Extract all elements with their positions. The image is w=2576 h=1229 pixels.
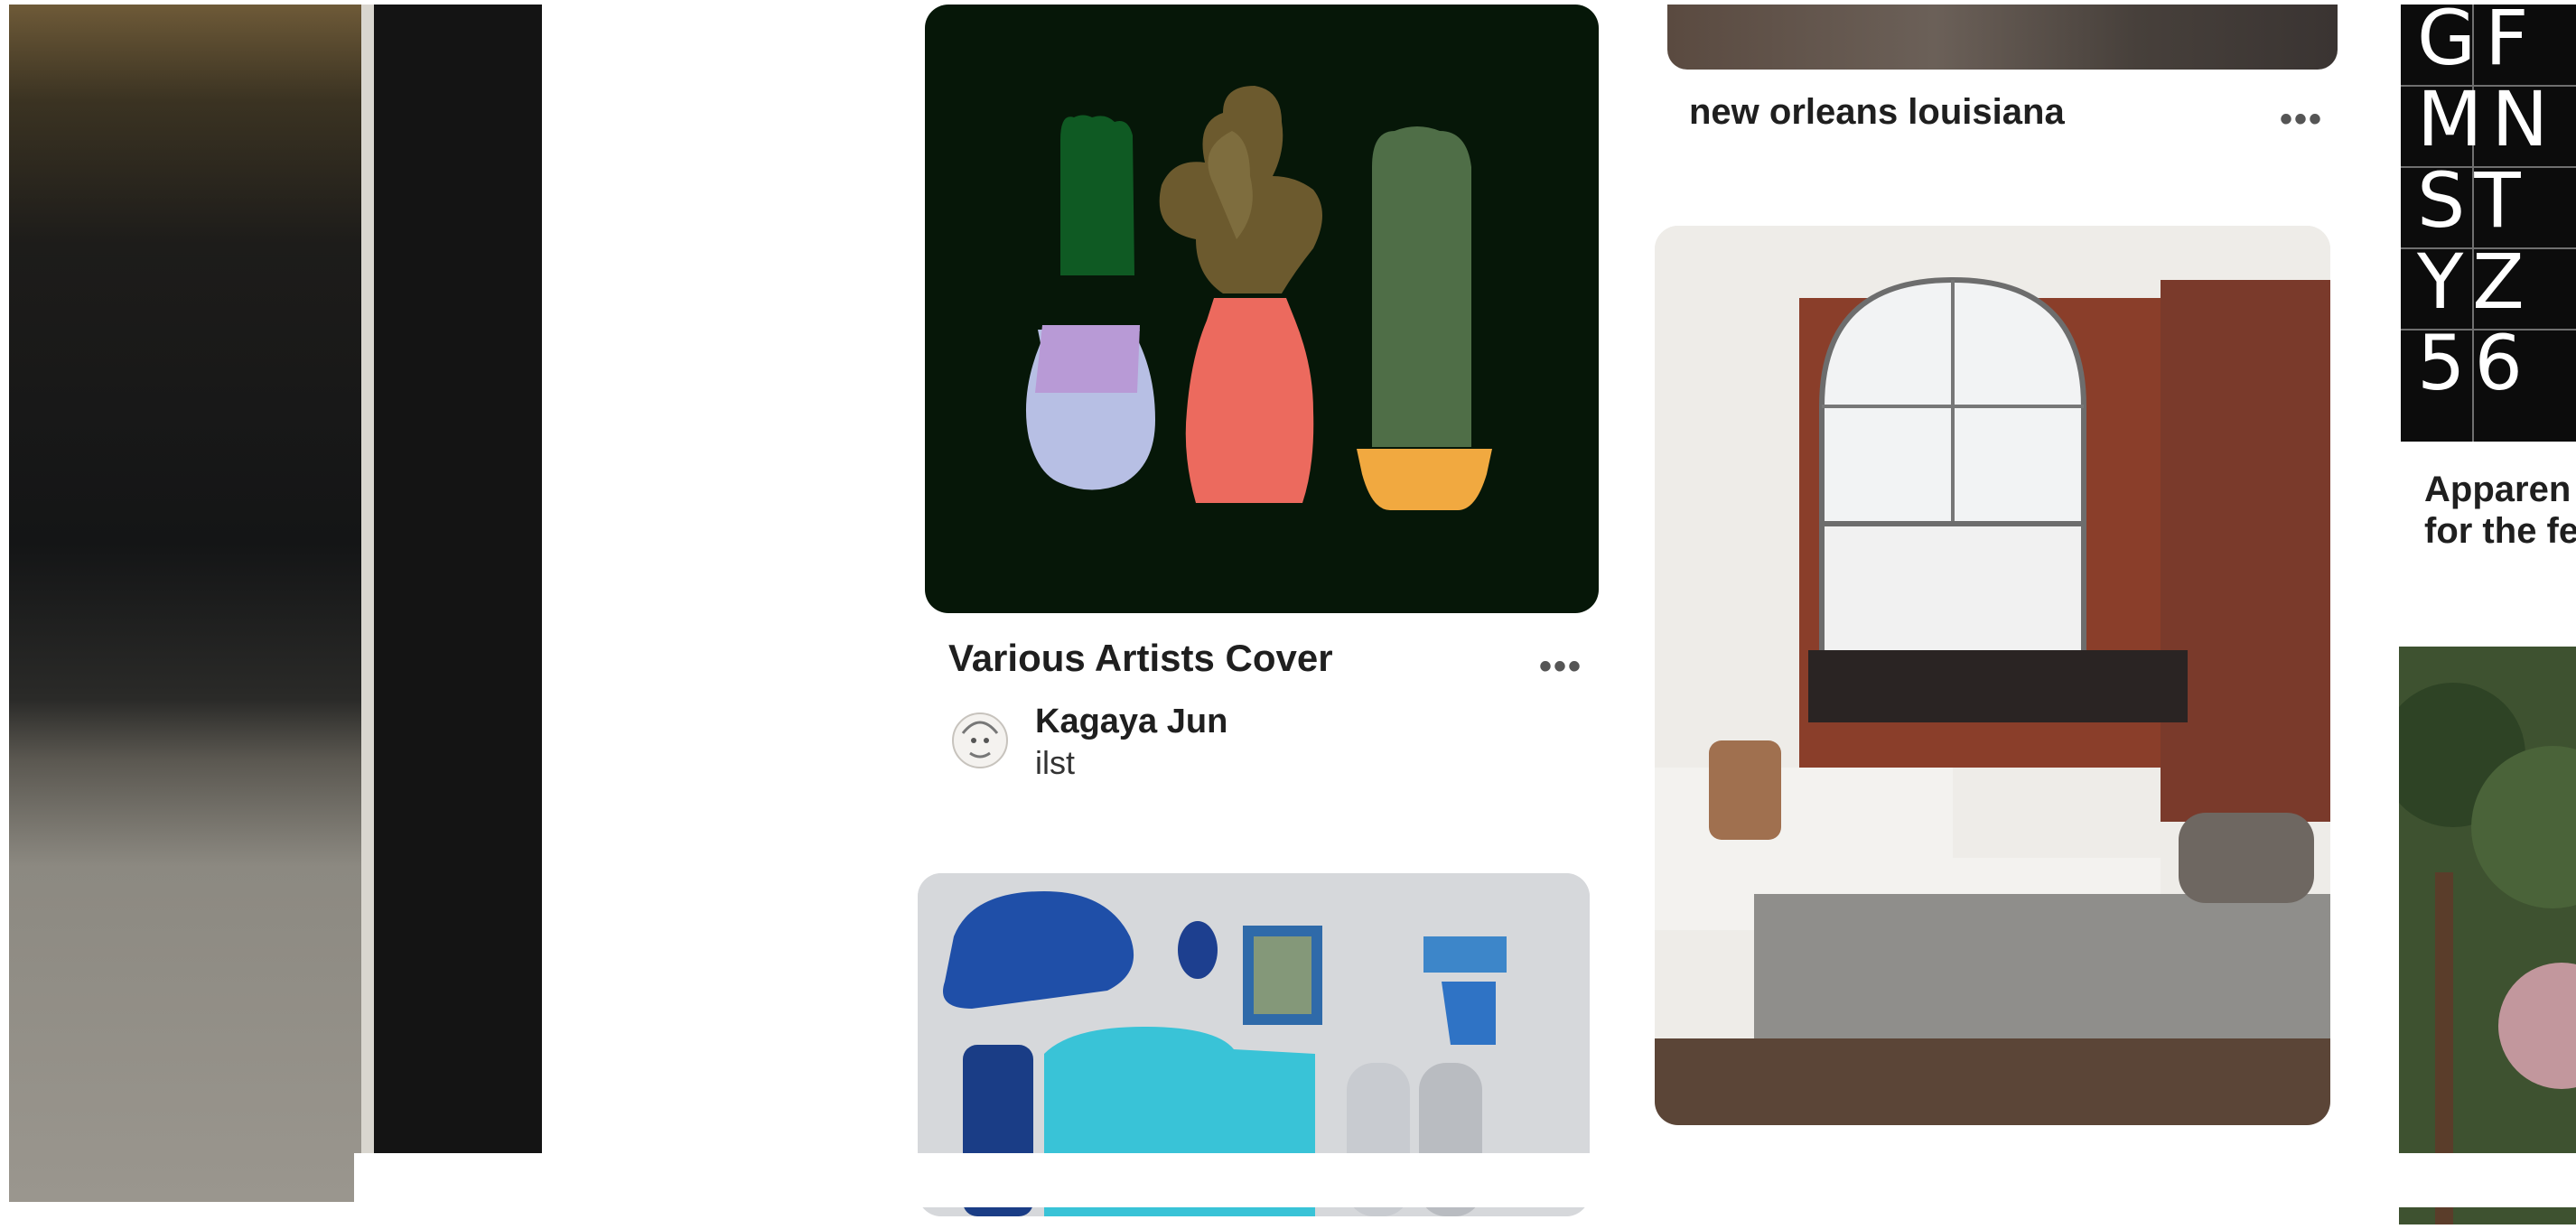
forest-pin-image[interactable]	[2381, 647, 2576, 1224]
author-subtitle: ilst	[1035, 744, 1075, 781]
left-photo-strip	[0, 0, 542, 1202]
forest-illustration	[2381, 647, 2576, 1224]
author-avatar[interactable]	[950, 706, 1010, 775]
typography-title-line2[interactable]: for the fe	[2424, 511, 2576, 552]
cactus-pin-title[interactable]: Various Artists Cover	[948, 637, 1333, 680]
bottom-panel	[354, 1153, 2576, 1207]
interior-illustration	[1655, 226, 2330, 1125]
frame-edge	[361, 5, 374, 1202]
typography-glyph-rows: GF MN ST YZ 56	[2417, 0, 2557, 404]
interior-pin-image[interactable]	[1655, 226, 2330, 1125]
avatar-icon	[952, 712, 1008, 768]
glyph-row-1: GF	[2417, 0, 2538, 82]
nola-pin-more-button[interactable]: •••	[2280, 101, 2323, 137]
author-name[interactable]: Kagaya Jun	[1035, 703, 1227, 741]
nola-pin-title[interactable]: new orleans louisiana	[1689, 92, 2065, 133]
glyph-row-5: 56	[2417, 319, 2532, 407]
nola-pin-image[interactable]	[1667, 5, 2338, 70]
cactus-illustration	[1025, 86, 1492, 510]
glyph-row-2: MN	[2417, 75, 2558, 163]
typography-pin-image[interactable]: GF MN ST YZ 56	[2401, 0, 2576, 442]
cactus-pin-image[interactable]	[925, 5, 1599, 613]
cactus-pin-more-button[interactable]: •••	[1539, 648, 1582, 684]
frame-bar	[374, 5, 542, 1202]
glyph-row-4: YZ	[2417, 237, 2534, 326]
glyph-row-3: ST	[2417, 156, 2530, 245]
typography-title-line1[interactable]: Apparen	[2424, 470, 2571, 510]
blurred-photo	[9, 5, 370, 1202]
